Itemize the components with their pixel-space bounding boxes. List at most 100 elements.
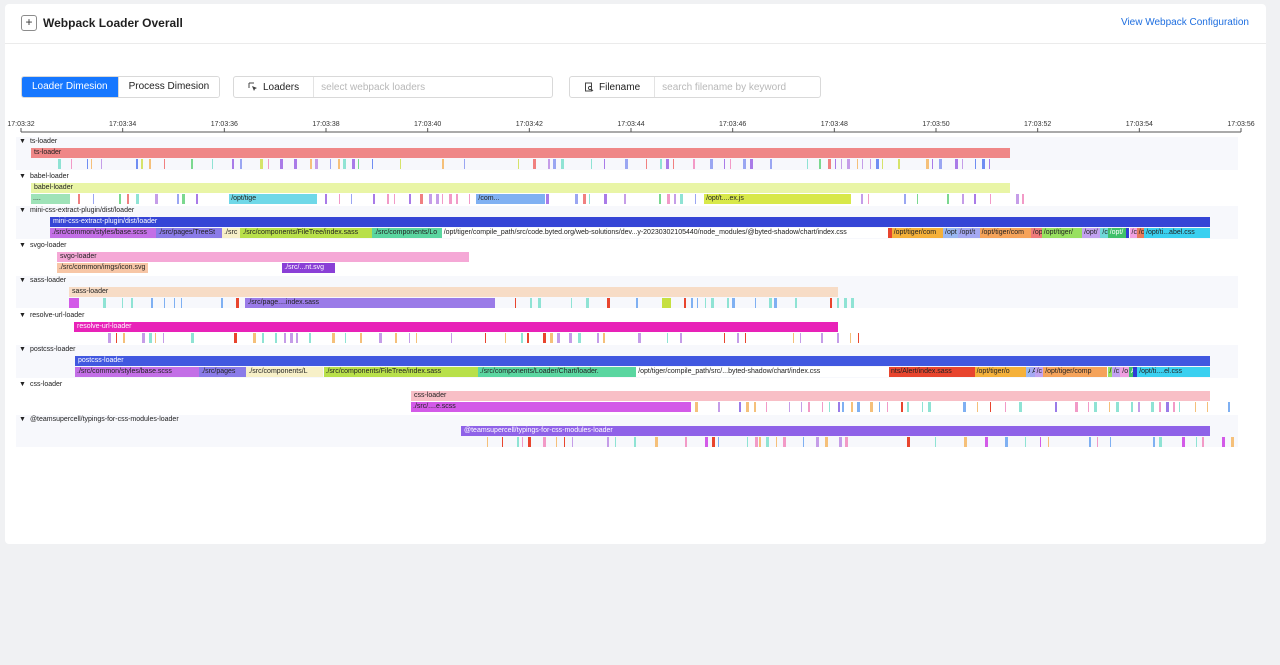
file-tick-mark[interactable] (260, 159, 264, 169)
file-tick-mark[interactable] (91, 159, 93, 169)
file-tick-mark[interactable] (824, 436, 828, 447)
file-tick-mark[interactable] (976, 401, 978, 412)
file-duration-bar[interactable]: /opt/ (1107, 228, 1126, 239)
file-tick-mark[interactable] (520, 332, 523, 343)
file-duration-bar[interactable]: /c (1100, 228, 1108, 239)
file-tick-mark[interactable] (518, 159, 520, 169)
file-tick-mark[interactable] (836, 297, 839, 308)
file-tick-mark[interactable] (469, 193, 471, 204)
file-tick-mark[interactable] (343, 159, 346, 169)
file-tick-mark[interactable] (927, 401, 931, 412)
file-tick-mark[interactable] (737, 332, 740, 343)
file-tick-mark[interactable] (836, 332, 839, 343)
file-tick-mark[interactable] (921, 401, 923, 412)
file-tick-mark[interactable] (92, 193, 94, 204)
file-tick-mark[interactable] (451, 332, 453, 343)
loader-row-label[interactable]: ▼ @teamsupercell/typings-for-css-modules-… (19, 416, 179, 423)
file-tick-mark[interactable] (782, 436, 786, 447)
file-tick-mark[interactable] (830, 297, 832, 308)
file-tick-mark[interactable] (938, 159, 942, 169)
file-tick-mark[interactable] (726, 297, 729, 308)
file-tick-mark[interactable] (808, 401, 811, 412)
file-duration-bar[interactable]: /com... (476, 193, 545, 204)
file-tick-mark[interactable] (746, 401, 750, 412)
file-tick-mark[interactable] (990, 401, 991, 412)
file-tick-mark[interactable] (739, 401, 742, 412)
file-tick-mark[interactable] (800, 332, 802, 343)
file-tick-mark[interactable] (102, 297, 106, 308)
file-tick-mark[interactable] (135, 193, 139, 204)
file-tick-mark[interactable] (792, 332, 794, 343)
file-tick-mark[interactable] (428, 193, 432, 204)
file-tick-mark[interactable] (441, 159, 444, 169)
file-tick-mark[interactable] (352, 159, 356, 169)
file-tick-mark[interactable] (717, 436, 719, 447)
file-tick-mark[interactable] (765, 401, 767, 412)
file-tick-mark[interactable] (408, 193, 411, 204)
file-tick-mark[interactable] (1159, 436, 1163, 447)
file-tick-mark[interactable] (449, 193, 453, 204)
file-duration-bar[interactable]: nts/Alert/index.sass (889, 367, 975, 378)
file-tick-mark[interactable] (1016, 193, 1019, 204)
file-duration-bar[interactable]: ./src/pages (199, 367, 247, 378)
file-tick-mark[interactable] (680, 332, 683, 343)
file-tick-mark[interactable] (1151, 401, 1155, 412)
file-tick-mark[interactable] (1004, 436, 1008, 447)
file-tick-mark[interactable] (1075, 401, 1079, 412)
file-tick-mark[interactable] (571, 297, 573, 308)
file-duration-bar[interactable]: ./src/common/styles/base.scss (50, 228, 157, 239)
file-tick-mark[interactable] (607, 297, 611, 308)
file-tick-mark[interactable] (857, 332, 859, 343)
file-tick-mark[interactable] (515, 297, 517, 308)
file-tick-mark[interactable] (989, 193, 991, 204)
file-tick-mark[interactable] (753, 401, 756, 412)
file-tick-mark[interactable] (585, 297, 589, 308)
file-tick-mark[interactable] (1115, 401, 1119, 412)
file-tick-mark[interactable] (634, 436, 637, 447)
file-tick-mark[interactable] (556, 332, 560, 343)
file-tick-mark[interactable] (180, 297, 182, 308)
file-tick-mark[interactable] (1094, 401, 1097, 412)
file-tick-mark[interactable] (770, 159, 773, 169)
file-tick-mark[interactable] (850, 332, 851, 343)
file-tick-mark[interactable] (190, 332, 194, 343)
file-tick-mark[interactable] (78, 193, 81, 204)
file-tick-mark[interactable] (827, 159, 831, 169)
loader-row-label[interactable]: ▼ ts-loader (19, 138, 57, 145)
file-duration-bar[interactable]: /opt (943, 228, 958, 239)
file-tick-mark[interactable] (486, 436, 488, 447)
file-tick-mark[interactable] (533, 159, 536, 169)
collapse-triangle-icon[interactable]: ▼ (19, 173, 26, 180)
file-duration-bar[interactable]: /opt/tiger/com (891, 228, 943, 239)
file-tick-mark[interactable] (572, 436, 574, 447)
loader-duration-bar[interactable]: svgo-loader (57, 252, 469, 263)
loader-duration-bar[interactable]: ts-loader (31, 148, 1010, 158)
file-tick-mark[interactable] (1025, 436, 1027, 447)
loader-duration-bar[interactable]: css-loader (411, 390, 1210, 401)
file-duration-bar[interactable]: ./src/....e.scss (411, 401, 691, 412)
file-tick-mark[interactable] (754, 297, 756, 308)
file-tick-mark[interactable] (122, 332, 125, 343)
file-tick-mark[interactable] (330, 159, 332, 169)
file-tick-mark[interactable] (666, 193, 670, 204)
file-tick-mark[interactable] (718, 401, 721, 412)
file-tick-mark[interactable] (141, 332, 145, 343)
file-duration-bar[interactable]: ./src/components/L (246, 367, 324, 378)
loader-duration-bar[interactable]: postcss-loader (75, 356, 1210, 367)
file-tick-mark[interactable] (870, 159, 871, 169)
file-tick-mark[interactable] (502, 436, 504, 447)
file-tick-mark[interactable] (861, 193, 864, 204)
file-tick-mark[interactable] (603, 332, 605, 343)
file-tick-mark[interactable] (294, 159, 297, 169)
file-tick-mark[interactable] (415, 332, 417, 343)
file-tick-mark[interactable] (332, 332, 336, 343)
file-tick-mark[interactable] (723, 159, 725, 169)
file-tick-mark[interactable] (135, 159, 138, 169)
file-duration-bar[interactable]: /opt/tige (229, 193, 318, 204)
file-tick-mark[interactable] (290, 332, 293, 343)
file-duration-bar[interactable]: /opt/tiger/o (974, 367, 1026, 378)
file-tick-mark[interactable] (759, 436, 762, 447)
file-tick-mark[interactable] (310, 159, 313, 169)
file-tick-mark[interactable] (1087, 401, 1089, 412)
file-tick-mark[interactable] (660, 159, 663, 169)
